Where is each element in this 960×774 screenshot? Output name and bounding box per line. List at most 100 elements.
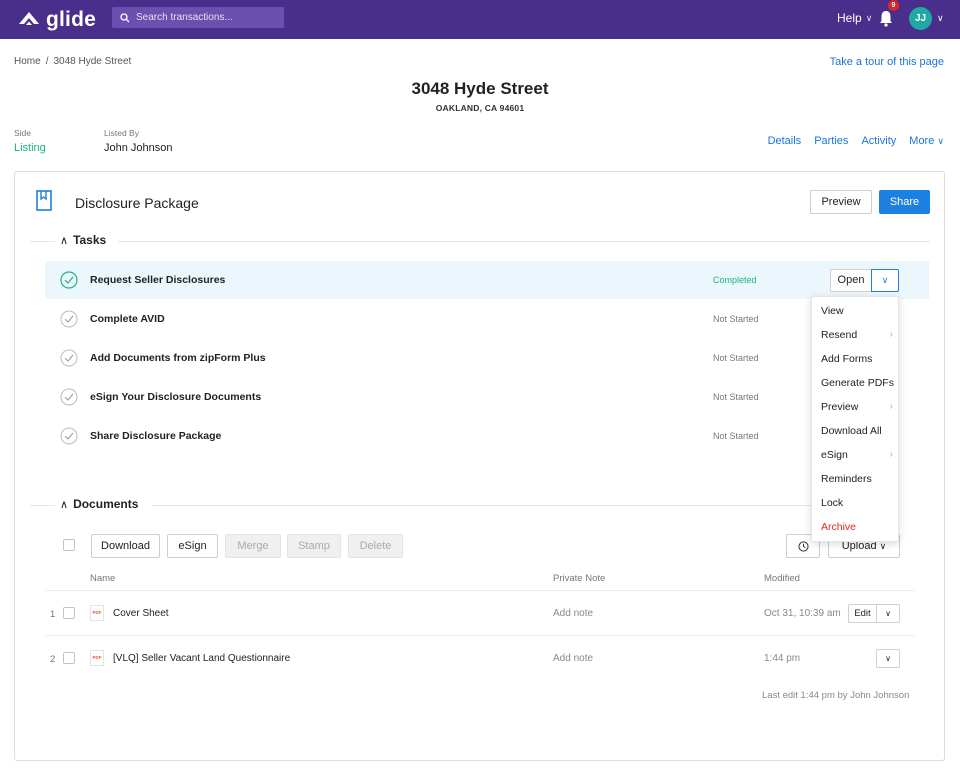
task-status: Not Started <box>713 314 759 324</box>
column-header-name[interactable]: Name <box>90 573 115 584</box>
chevron-down-icon[interactable]: ∨ <box>937 13 944 24</box>
search-input[interactable] <box>136 12 276 23</box>
package-title: Disclosure Package <box>75 195 199 211</box>
edit-button[interactable]: Edit <box>848 604 877 623</box>
clock-icon <box>797 541 809 552</box>
check-circle-icon <box>60 271 78 289</box>
task-actions-menu: View Resend › Add Forms Generate PDFs Pre… <box>811 296 899 542</box>
preview-button[interactable]: Preview <box>810 190 872 214</box>
page-title: 3048 Hyde Street <box>411 79 549 98</box>
chevron-down-icon: ∨ <box>865 12 873 23</box>
menu-item-label: View <box>821 305 844 317</box>
task-row[interactable]: Request Seller Disclosures Completed <box>45 261 929 299</box>
breadcrumb: Home / 3048 Hyde Street <box>14 56 131 67</box>
side-value: Listing <box>14 142 46 154</box>
listed-by-value: John Johnson <box>104 142 173 154</box>
task-status: Completed <box>713 275 757 285</box>
row-menu-button[interactable]: ∨ <box>876 604 900 623</box>
breadcrumb-current[interactable]: 3048 Hyde Street <box>53 56 131 67</box>
task-name: Complete AVID <box>90 313 165 325</box>
document-name[interactable]: [VLQ] Seller Vacant Land Questionnaire <box>113 653 290 664</box>
tab-details[interactable]: Details <box>768 135 802 147</box>
user-avatar[interactable]: JJ <box>909 7 932 30</box>
esign-button[interactable]: eSign <box>167 534 218 558</box>
tab-activity[interactable]: Activity <box>861 135 896 147</box>
tab-parties[interactable]: Parties <box>814 135 848 147</box>
chevron-up-icon: ∧ <box>60 498 69 511</box>
download-button[interactable]: Download <box>91 534 160 558</box>
menu-item-add-forms[interactable]: Add Forms <box>821 353 897 365</box>
task-row[interactable]: Share Disclosure Package Not Started <box>45 417 929 455</box>
chevron-down-icon: ∨ <box>937 136 944 146</box>
take-tour-link[interactable]: Take a tour of this page <box>830 56 944 68</box>
top-navigation-bar: glide Help ∨ 9 JJ ∨ <box>0 0 960 39</box>
stamp-button[interactable]: Stamp <box>287 534 341 558</box>
divider <box>152 505 812 506</box>
select-all-checkbox[interactable] <box>63 539 75 551</box>
check-circle-icon <box>60 388 78 406</box>
chevron-right-icon: › <box>889 449 893 460</box>
menu-item-download-all[interactable]: Download All <box>821 425 897 437</box>
notification-badge: 9 <box>888 0 899 11</box>
row-number: 1 <box>50 609 56 620</box>
search-box[interactable] <box>112 7 284 28</box>
menu-item-archive[interactable]: Archive <box>821 521 897 533</box>
tasks-section-toggle[interactable]: ∧ Tasks <box>60 233 106 247</box>
delete-button[interactable]: Delete <box>348 534 403 558</box>
pdf-file-icon: PDF <box>90 605 104 621</box>
divider <box>45 590 915 591</box>
chevron-right-icon: › <box>889 329 893 340</box>
modified-date: 1:44 pm <box>764 653 801 664</box>
menu-item-preview[interactable]: Preview › <box>821 401 897 413</box>
glide-mountain-icon <box>19 12 39 25</box>
menu-item-lock[interactable]: Lock <box>821 497 897 509</box>
menu-item-reminders[interactable]: Reminders <box>821 473 897 485</box>
chevron-down-icon: ∨ <box>885 654 891 663</box>
tasks-section-title: Tasks <box>73 233 107 247</box>
merge-button[interactable]: Merge <box>225 534 281 558</box>
task-status: Not Started <box>713 431 759 441</box>
check-circle-icon <box>60 310 78 328</box>
row-checkbox[interactable] <box>63 607 75 619</box>
menu-item-esign[interactable]: eSign › <box>821 449 897 461</box>
help-label: Help <box>837 11 862 25</box>
share-button[interactable]: Share <box>879 190 930 214</box>
chevron-down-icon: ∨ <box>879 541 887 551</box>
pdf-file-icon: PDF <box>90 650 104 666</box>
breadcrumb-separator: / <box>45 56 49 67</box>
divider <box>30 241 55 242</box>
chevron-up-icon: ∧ <box>60 234 69 247</box>
row-menu-button[interactable]: ∨ <box>876 649 900 668</box>
column-header-modified[interactable]: Modified <box>764 573 800 584</box>
search-icon <box>120 12 130 22</box>
menu-item-view[interactable]: View <box>821 305 897 317</box>
open-task-button[interactable]: Open <box>830 269 872 292</box>
check-circle-icon <box>60 349 78 367</box>
documents-section-title: Documents <box>73 497 139 511</box>
menu-item-resend[interactable]: Resend › <box>821 329 897 341</box>
task-row[interactable]: Complete AVID Not Started <box>45 300 929 338</box>
add-note-link[interactable]: Add note <box>553 653 593 664</box>
disclosure-package-card: Disclosure Package Preview Share ∧ Tasks… <box>14 171 945 761</box>
add-note-link[interactable]: Add note <box>553 608 593 619</box>
bell-icon[interactable] <box>878 9 894 27</box>
task-row[interactable]: Add Documents from zipForm Plus Not Star… <box>45 339 929 377</box>
glide-logo[interactable]: glide <box>18 8 96 32</box>
last-edit-info: Last edit 1:44 pm by John Johnson <box>762 690 910 701</box>
help-menu-button[interactable]: Help ∨ <box>837 11 872 25</box>
task-name: Request Seller Disclosures <box>90 274 226 286</box>
open-task-dropdown-toggle[interactable]: ∨ <box>871 269 899 292</box>
menu-item-label: Reminders <box>821 473 872 485</box>
divider <box>30 505 55 506</box>
tab-more[interactable]: More ∨ <box>909 135 944 147</box>
task-status: Not Started <box>713 392 759 402</box>
menu-item-label: Lock <box>821 497 844 509</box>
breadcrumb-home[interactable]: Home <box>14 56 41 67</box>
documents-section-toggle[interactable]: ∧ Documents <box>60 497 138 511</box>
transaction-tabs: Details Parties Activity More ∨ <box>768 135 944 147</box>
task-row[interactable]: eSign Your Disclosure Documents Not Star… <box>45 378 929 416</box>
divider <box>118 241 930 242</box>
menu-item-generate-pdfs[interactable]: Generate PDFs <box>821 377 897 389</box>
document-name[interactable]: Cover Sheet <box>113 608 169 619</box>
row-checkbox[interactable] <box>63 652 75 664</box>
